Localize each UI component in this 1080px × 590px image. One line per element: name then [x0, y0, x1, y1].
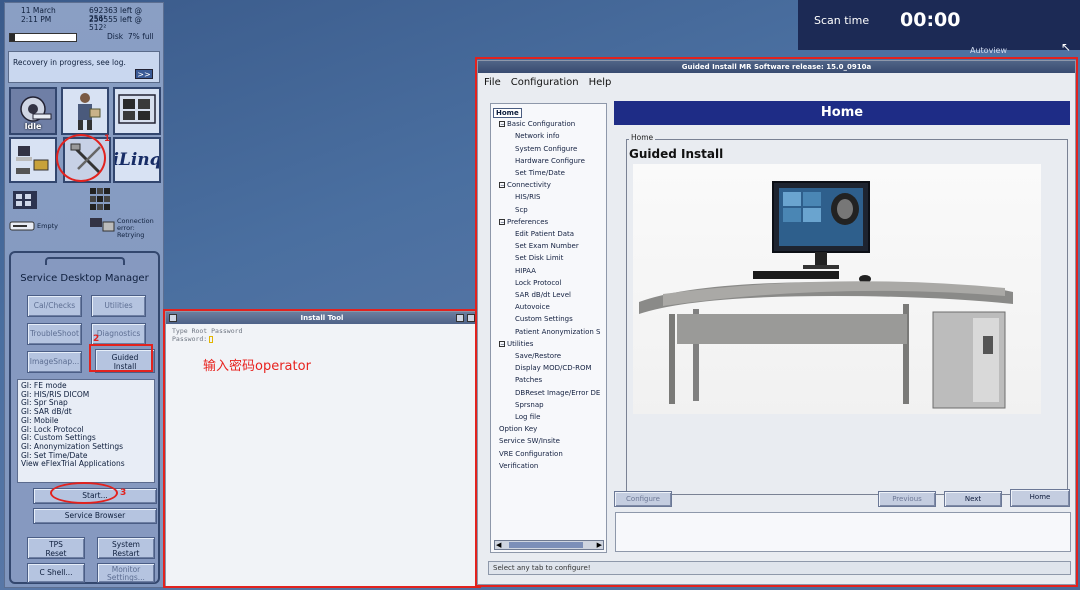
- connection-icon: [89, 217, 115, 233]
- disk-label-text: Disk: [107, 32, 124, 41]
- monitor-settings-button[interactable]: Monitor Settings...: [97, 563, 155, 583]
- autoview-label[interactable]: Autoview: [970, 46, 1007, 55]
- annotation-box-guided-install: [475, 57, 1078, 587]
- annotation-number-2: 2: [93, 334, 100, 344]
- troubleshoot-button[interactable]: TroubleShoot: [27, 323, 82, 345]
- scanner-idle-tile[interactable]: Idle: [9, 87, 57, 135]
- disk-usage-bar: [9, 33, 77, 42]
- computer-network-icon: [16, 146, 49, 174]
- annotation-number-1: 1: [104, 134, 111, 144]
- system-restart-button[interactable]: System Restart: [97, 537, 155, 559]
- calchecks-button[interactable]: Cal/Checks: [27, 295, 82, 317]
- annotation-number-3: 3: [120, 488, 127, 498]
- recovery-message: Recovery in progress, see log.: [13, 58, 126, 67]
- service-desktop-manager: Service Desktop Manager Cal/Checks Utili…: [9, 251, 160, 584]
- network-tile[interactable]: [9, 137, 57, 183]
- patient-tile[interactable]: [61, 87, 109, 135]
- status-info: 11 March 2:11 PM 692363 left @ 256² 2545…: [9, 5, 161, 32]
- gi-task-list-item[interactable]: View eFlexTrial Applications: [21, 460, 151, 469]
- ilinq-logo: iLinq: [113, 150, 161, 170]
- status-space-512: 254555 left @ 512²: [89, 15, 143, 32]
- tps-reset-label-1: TPS: [49, 540, 63, 549]
- imagesnap-button[interactable]: ImageSnap...: [27, 351, 82, 373]
- gi-task-list[interactable]: GI: FE mode GI: HIS/RIS DICOM GI: Spr Snap…: [17, 379, 155, 483]
- patient-icon: [78, 93, 101, 130]
- utilities-button[interactable]: Utilities: [91, 295, 146, 317]
- scan-time-value: 00:00: [900, 9, 961, 31]
- recovery-message-box: Recovery in progress, see log. >>: [8, 51, 160, 83]
- sdm-handle: [45, 257, 125, 265]
- system-restart-label-2: Restart: [112, 549, 140, 558]
- system-restart-label-1: System: [112, 540, 140, 549]
- scan-time-panel: Scan time 00:00: [798, 0, 1080, 50]
- scan-time-label: Scan time: [814, 14, 870, 27]
- annotation-circle-3: [50, 482, 118, 504]
- status-date: 11 March: [21, 6, 56, 15]
- idle-label: Idle: [24, 122, 42, 131]
- disk-usage-label: Disk 7% full: [107, 32, 154, 41]
- connection-status: Connection error: Retrying: [117, 217, 154, 239]
- annotation-password-instruction: 输入密码operator: [203, 359, 311, 374]
- monitor-settings-label-2: Settings...: [107, 573, 145, 582]
- disk-usage-fill: [10, 34, 15, 41]
- tps-reset-label-2: Reset: [45, 549, 67, 558]
- viewer-tile[interactable]: [113, 87, 161, 135]
- film-icon: [11, 187, 39, 213]
- annotation-box-install-tool: [163, 309, 481, 588]
- mouse-pointer-icon: ↖: [1061, 40, 1072, 54]
- recovery-log-button[interactable]: >>: [135, 69, 153, 79]
- disk-percent-text: 7% full: [127, 32, 154, 41]
- annotation-box-2: [89, 344, 153, 372]
- service-browser-button[interactable]: Service Browser: [33, 508, 157, 524]
- media-drive-icon: [9, 218, 35, 232]
- image-grid-icon: [89, 187, 111, 213]
- ilinq-tile[interactable]: iLinq: [113, 137, 161, 183]
- media-empty-label: Empty: [37, 222, 58, 230]
- annotation-circle-1: [56, 134, 106, 182]
- c-shell-button[interactable]: C Shell...: [27, 563, 85, 583]
- sdm-title: Service Desktop Manager: [20, 273, 149, 284]
- tps-reset-button[interactable]: TPS Reset: [27, 537, 85, 559]
- status-time: 2:11 PM: [21, 15, 52, 24]
- viewer-icon: [118, 94, 156, 124]
